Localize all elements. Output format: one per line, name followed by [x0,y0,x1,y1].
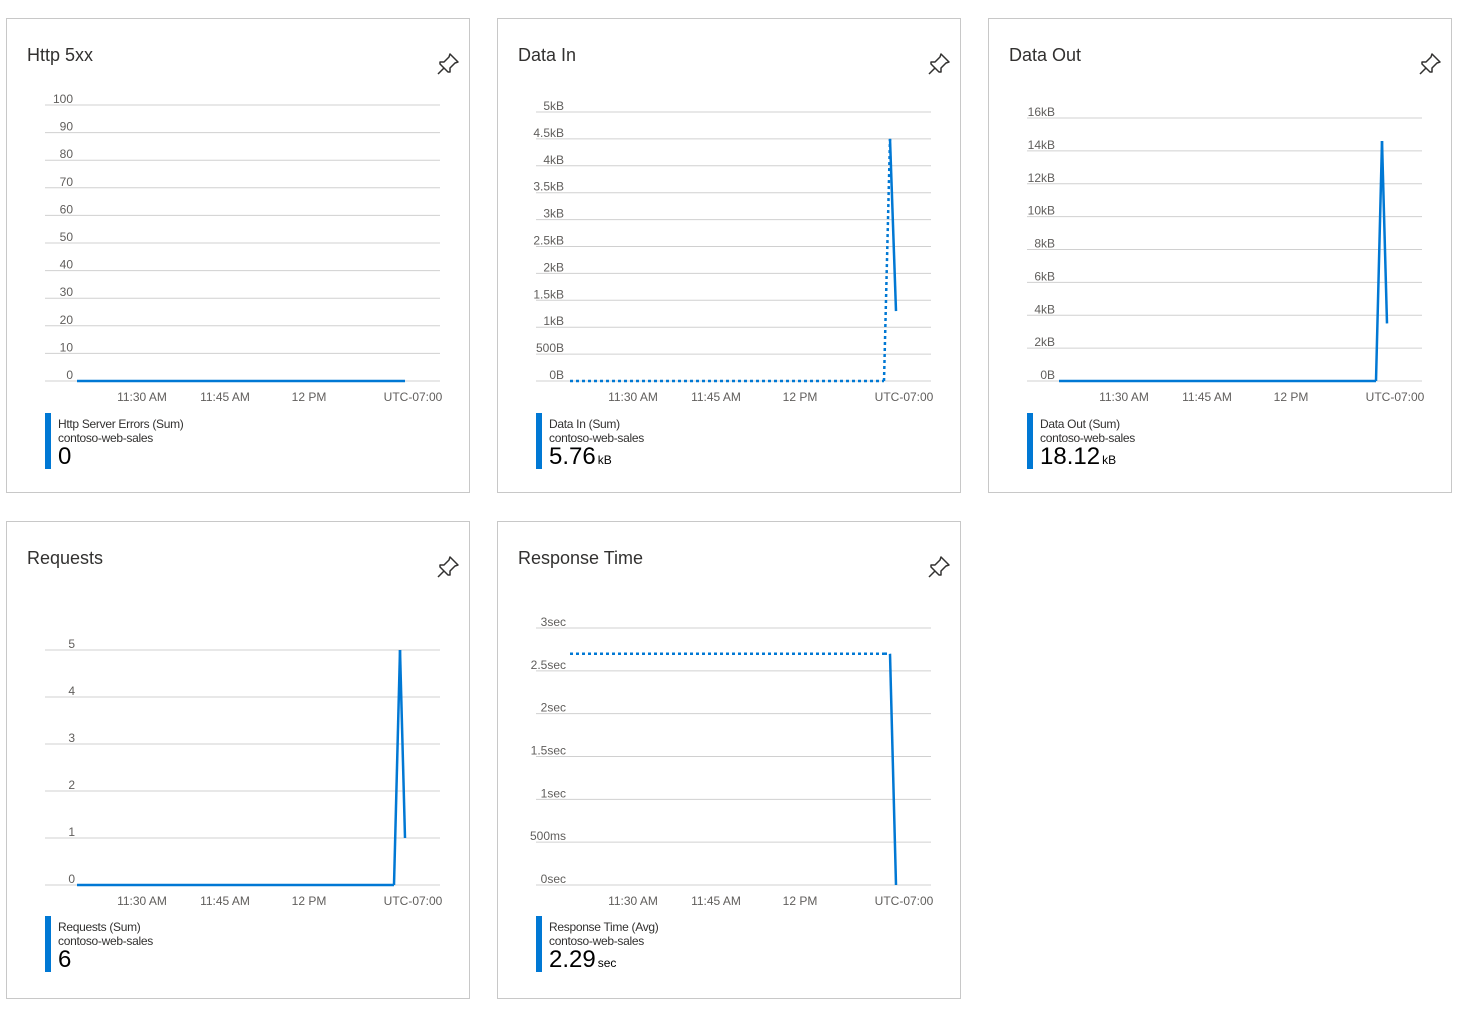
y-tick-label: 1 [68,825,75,839]
y-tick-label: 14kB [1028,138,1055,152]
y-tick-label: 50 [60,230,74,244]
legend-value: 0 [58,443,73,471]
legend-value-number: 0 [58,443,72,470]
y-tick-label: 2.5sec [531,658,566,672]
y-tick-label: 1sec [541,786,566,800]
y-tick-label: 500B [536,341,564,355]
x-tick-label: 11:30 AM [117,894,167,908]
y-tick-label: 5kB [543,99,564,113]
x-tick-label: 11:45 AM [200,894,250,908]
y-tick-label: 0sec [541,872,566,886]
x-tick-label: 12 PM [783,390,818,404]
requests-card[interactable]: Requests 5 4 3 2 1 0 11:30 AM 11:45 AM 12 PM UTC-… [6,521,470,999]
x-tick-label: 12 PM [1274,390,1309,404]
legend-color-bar [1027,413,1033,469]
y-tick-label: 2.5kB [533,234,564,248]
legend-metric-name: Data In (Sum) [549,417,620,431]
x-tick-label: 11:30 AM [1099,390,1149,404]
legend-metric-name: Response Time (Avg) [549,920,659,934]
y-tick-label: 0B [549,368,564,382]
y-tick-label: 100 [53,92,73,106]
x-tick-label: 12 PM [292,390,327,404]
x-tick-label: 11:45 AM [200,390,250,404]
series-line-segment [1380,140,1389,324]
x-tick-label: UTC-07:00 [875,390,934,404]
y-tick-label: 3.5kB [533,180,564,194]
y-tick-label: 2sec [541,701,566,715]
series-line-segment [888,138,898,312]
y-tick-label: 12kB [1028,171,1055,185]
http-5xx-card[interactable]: Http 5xx 100 90 80 70 60 50 40 30 20 10 0 11:30 AM 1… [6,18,470,493]
x-tick-label: 11:45 AM [691,390,741,404]
x-tick-label: 11:30 AM [608,390,658,404]
data-out-card[interactable]: Data Out 16kB 14kB 12kB 10kB 8kB 6kB 4kB 2kB 0B 1… [988,18,1452,493]
legend-value-number: 6 [58,946,72,973]
legend-value-number: 5.76 [549,443,596,470]
y-tick-label: 5 [68,637,75,651]
x-tick-label: 11:45 AM [1182,390,1232,404]
x-tick-label: UTC-07:00 [875,894,934,908]
x-tick-label: UTC-07:00 [384,390,443,404]
legend-metric-name: Http Server Errors (Sum) [58,417,184,431]
y-tick-label: 3sec [541,615,566,629]
legend-value-number: 18.12 [1040,443,1101,470]
legend-metric-name: Requests (Sum) [58,920,141,934]
legend-value: 18.12 kB [1040,443,1116,471]
y-tick-label: 30 [60,285,74,299]
data-in-card[interactable]: Data In 5kB 4.5kB 4kB 3.5kB 3kB 2.5kB 2kB 1.5kB… [497,18,961,493]
legend-color-bar [536,916,542,972]
y-tick-label: 4 [68,684,75,698]
y-tick-label: 20 [60,313,74,327]
legend-value-unit: kB [1102,453,1117,467]
y-tick-label: 3 [68,731,75,745]
legend-color-bar [536,413,542,469]
legend-value: 6 [58,946,73,974]
y-tick-label: 6kB [1034,269,1055,283]
legend-value-unit: sec [597,956,617,970]
y-tick-label: 10 [60,340,74,354]
y-tick-label: 1kB [543,314,564,328]
y-tick-label: 70 [60,175,74,189]
y-tick-label: 0 [68,872,75,886]
y-tick-label: 1.5sec [531,744,566,758]
y-tick-label: 10kB [1028,204,1055,218]
y-tick-label: 2kB [543,260,564,274]
x-tick-label: UTC-07:00 [384,894,443,908]
y-tick-label: 0 [66,368,73,382]
legend-value-unit: kB [597,453,612,467]
y-tick-label: 4kB [543,153,564,167]
y-tick-label: 40 [60,258,74,272]
legend-color-bar [45,916,51,972]
y-tick-label: 4.5kB [533,126,564,140]
x-tick-label: UTC-07:00 [1366,390,1425,404]
y-tick-label: 500ms [530,829,566,843]
y-tick-label: 4kB [1034,302,1055,316]
x-tick-label: 11:30 AM [117,390,167,404]
y-tick-label: 3kB [543,207,564,221]
legend-value: 2.29 sec [549,946,616,974]
series-line-segment [882,138,892,382]
series-line-segment [392,649,402,886]
legend-metric-name: Data Out (Sum) [1040,417,1120,431]
y-tick-label: 2 [68,778,75,792]
y-tick-label: 90 [60,120,74,134]
series-line-segment [888,653,898,886]
legend-value-number: 2.29 [549,946,596,973]
legend-color-bar [45,413,51,469]
series-line-segment [1374,140,1384,382]
y-tick-label: 16kB [1028,105,1055,119]
x-tick-label: 12 PM [783,894,818,908]
y-tick-label: 60 [60,202,74,216]
y-tick-label: 80 [60,147,74,161]
legend-value: 5.76 kB [549,443,612,471]
y-tick-label: 0B [1040,368,1055,382]
x-tick-label: 11:30 AM [608,894,658,908]
y-tick-label: 8kB [1034,237,1055,251]
x-tick-label: 11:45 AM [691,894,741,908]
x-tick-label: 12 PM [292,894,327,908]
y-tick-label: 1.5kB [533,287,564,301]
y-tick-label: 2kB [1034,335,1055,349]
response-time-card[interactable]: Response Time 3sec 2.5sec 2sec 1.5sec 1sec 50… [497,521,961,999]
